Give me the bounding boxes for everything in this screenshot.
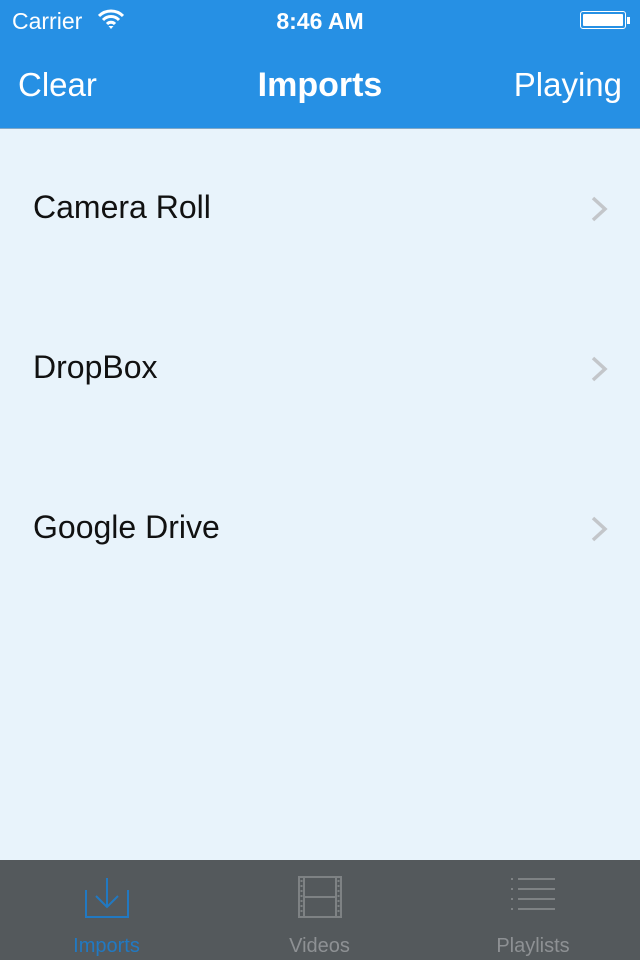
list-item-google-drive[interactable]: Google Drive [0,449,640,609]
playing-button[interactable]: Playing [514,66,622,104]
chevron-right-icon [591,356,608,382]
list-item-label: Camera Roll [33,189,211,225]
tab-label: Imports [73,935,140,957]
list-item-dropbox[interactable]: DropBox [0,289,640,449]
tab-videos[interactable]: Videos [213,860,426,960]
chevron-right-icon [591,516,608,542]
chevron-right-icon [591,196,608,222]
film-strip-icon [297,876,342,918]
tab-label: Playlists [496,935,570,957]
clock: 8:46 AM [276,8,364,34]
status-bar: Carrier 8:46 AM [0,0,640,40]
tab-imports[interactable]: Imports [0,860,213,960]
list-item-label: Google Drive [33,509,220,545]
tab-bar: Imports Videos Playlists [0,860,640,960]
tab-label: Videos [289,935,350,957]
navigation-header: Carrier 8:46 AM Clear Imports Playing [0,0,640,129]
list-item-label: DropBox [33,349,158,385]
battery-icon [580,11,630,29]
list-item-camera-roll[interactable]: Camera Roll [0,129,640,289]
list-icon [511,878,555,910]
import-source-list: Camera Roll DropBox Google Drive [0,129,640,609]
download-tray-icon [84,878,129,918]
tab-playlists[interactable]: Playlists [426,860,640,960]
